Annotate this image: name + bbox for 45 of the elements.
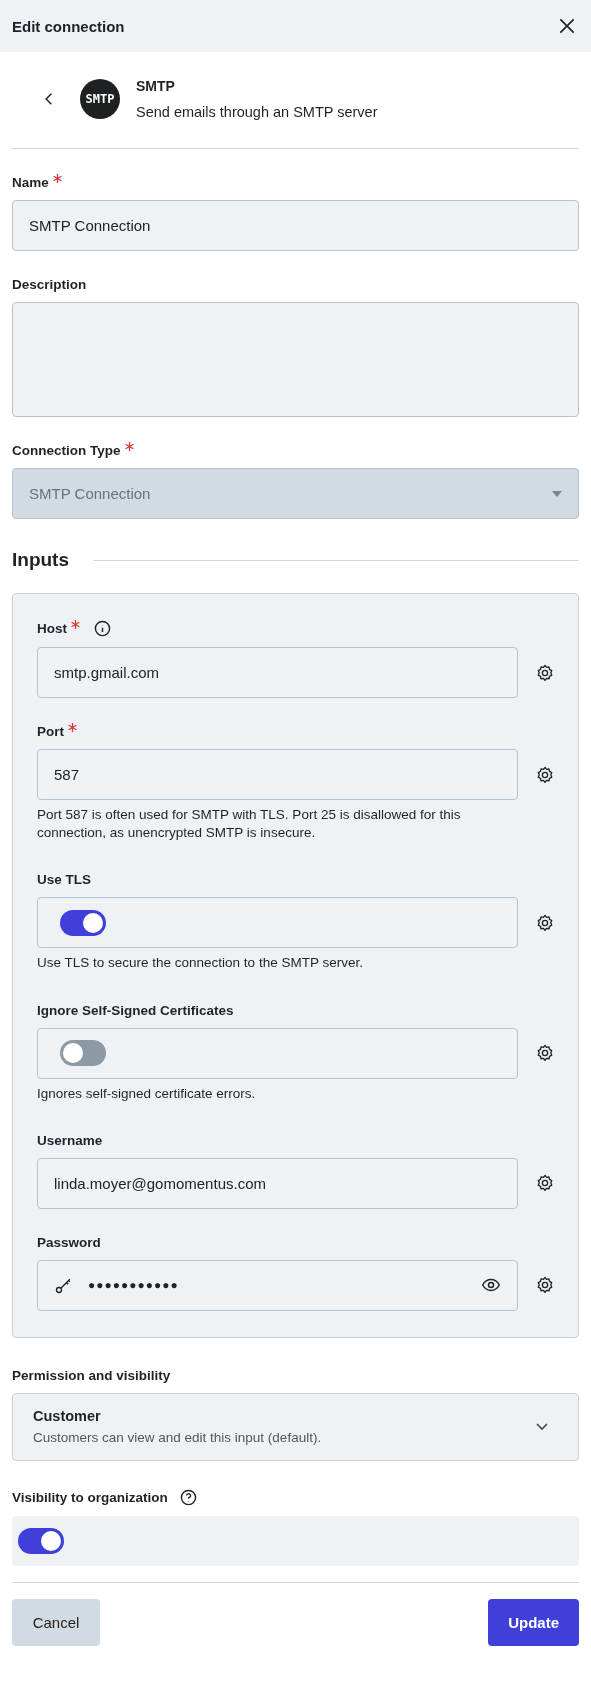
settings-icon[interactable]	[536, 1174, 554, 1193]
settings-icon[interactable]	[536, 663, 554, 682]
cancel-button[interactable]: Cancel	[12, 1598, 100, 1646]
update-button[interactable]: Update	[488, 1598, 579, 1646]
toggle-switch[interactable]	[60, 1040, 106, 1067]
field-label: Connection Type	[12, 443, 121, 458]
permission-select[interactable]: Customer Customers can view and edit this input (default).	[12, 1392, 579, 1461]
help-text: Port 587 is often used for SMTP with TLS. Port 25 is disallowed for this connection, as unencrypted SMTP is insecure.	[37, 806, 462, 843]
input-field[interactable]: smtp.gmail.com	[37, 647, 518, 698]
field-label: Description	[12, 277, 87, 292]
required-icon	[124, 442, 134, 451]
connector-name: SMTP	[136, 78, 176, 94]
field-label: Username	[37, 1132, 103, 1148]
required-icon	[52, 174, 62, 183]
help-text: Use TLS to secure the connection to the SMTP server.	[37, 954, 364, 973]
field-label: Name	[12, 175, 49, 190]
section-title: Inputs	[12, 549, 69, 571]
toggle-switch[interactable]	[60, 909, 106, 936]
info-icon[interactable]	[94, 620, 111, 637]
field-label: Use TLS	[37, 872, 91, 888]
input-field[interactable]: SMTP Connection	[12, 200, 579, 251]
settings-icon[interactable]	[536, 1044, 554, 1063]
caret-icon	[552, 490, 562, 497]
field-label: Password	[37, 1234, 101, 1250]
help-text: Ignores self-signed certificate errors.	[37, 1084, 257, 1103]
field-label: Port	[37, 724, 64, 739]
toggle-switch[interactable]	[18, 1527, 64, 1554]
connector-description: Send emails through an SMTP server	[136, 104, 378, 120]
input-field[interactable]: linda.moyer@gomomentus.com	[37, 1157, 518, 1209]
close-icon[interactable]	[557, 16, 577, 36]
settings-icon[interactable]	[536, 765, 554, 784]
window-title: Edit connection	[12, 17, 125, 35]
chevron-down-icon	[536, 1422, 548, 1431]
settings-icon[interactable]	[536, 1276, 554, 1295]
connector-logo: SMTP	[80, 79, 120, 119]
password-field[interactable]: ●●●●●●●●●●●	[37, 1259, 518, 1311]
required-icon	[71, 620, 80, 629]
required-icon	[68, 723, 77, 732]
field-label: Ignore Self-Signed Certificates	[37, 1002, 234, 1018]
input-field[interactable]: 587	[37, 749, 518, 800]
field-label: Permission and visibility	[12, 1367, 171, 1383]
field-label: Visibility to organization	[12, 1489, 168, 1505]
settings-icon[interactable]	[536, 913, 554, 932]
help-icon[interactable]	[179, 1488, 197, 1506]
field-label: Host	[37, 621, 67, 636]
